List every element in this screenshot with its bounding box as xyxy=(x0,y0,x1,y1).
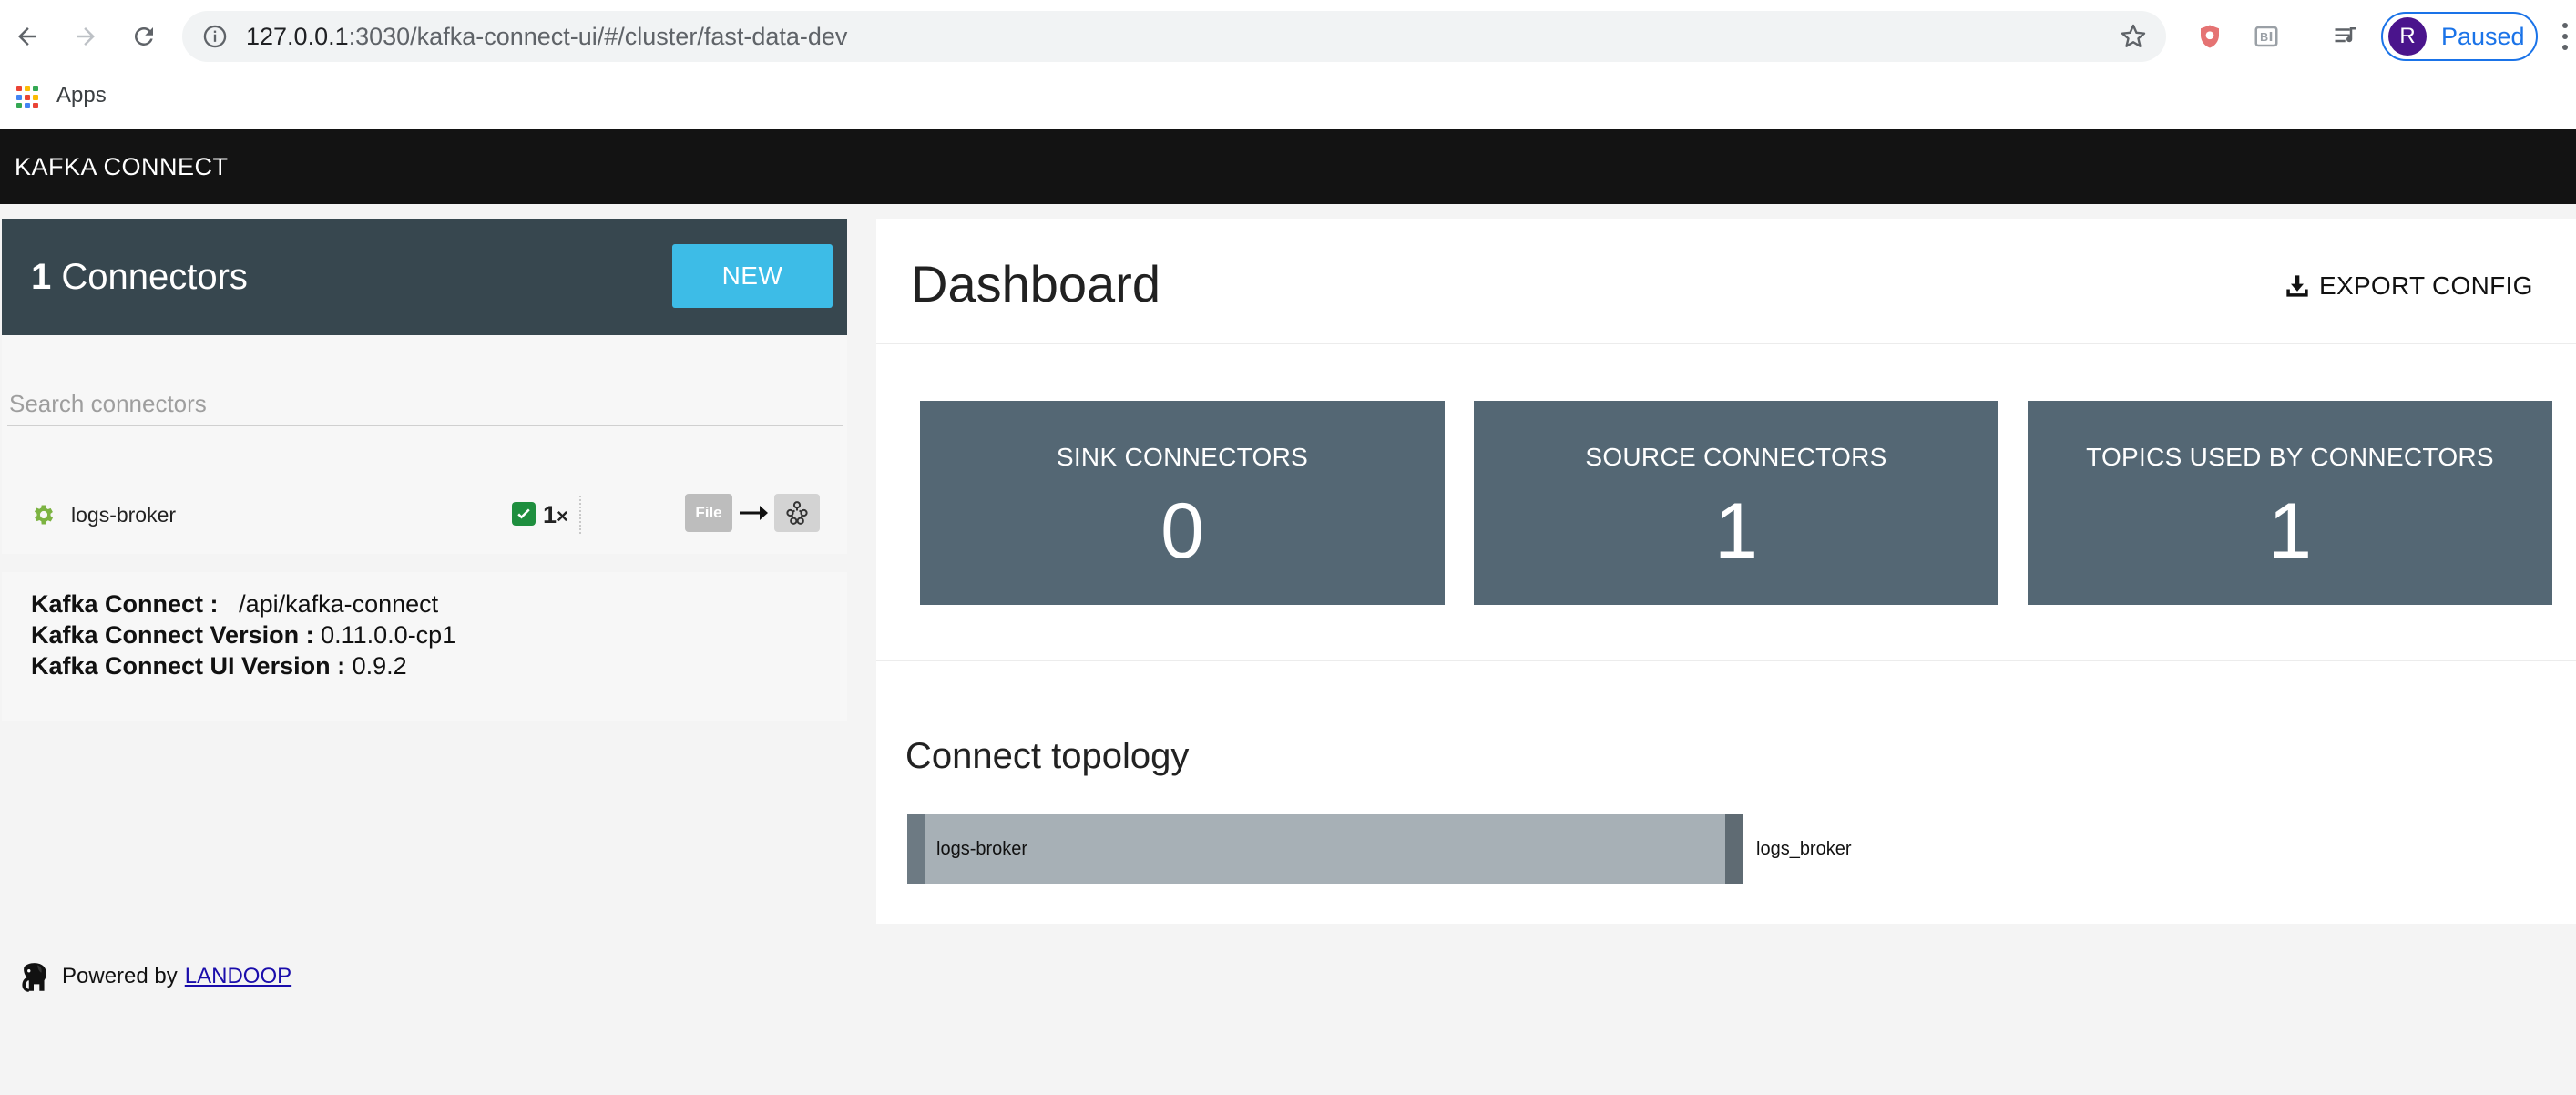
connect-endpoint-value: /api/kafka-connect xyxy=(239,590,439,618)
landoop-link[interactable]: LANDOOP xyxy=(185,964,291,989)
source-connectors-card[interactable]: SOURCE CONNECTORS 1 xyxy=(1474,401,1998,605)
connect-endpoint-label: Kafka Connect : xyxy=(31,590,219,618)
new-connector-button[interactable]: NEW xyxy=(672,244,833,308)
stat-label: TOPICS USED BY CONNECTORS xyxy=(2086,443,2494,471)
gear-icon xyxy=(34,505,54,525)
connector-name[interactable]: logs-broker xyxy=(71,483,176,547)
topics-used-card[interactable]: TOPICS USED BY CONNECTORS 1 xyxy=(2028,401,2552,605)
topology-node-edge xyxy=(907,814,925,884)
kafka-topic-icon xyxy=(774,494,820,532)
export-config-button[interactable]: EXPORT CONFIG xyxy=(2285,264,2533,308)
dashboard-divider xyxy=(876,343,2576,344)
topology-connector-label: logs-broker xyxy=(936,839,1028,859)
apps-bookmark[interactable]: Apps xyxy=(56,80,107,111)
topology-topic-label[interactable]: logs_broker xyxy=(1756,814,1852,884)
connect-version-value: 0.11.0.0-cp1 xyxy=(321,621,456,649)
connector-list-item[interactable]: logs-broker 1× File xyxy=(2,483,847,547)
address-bar[interactable]: 127.0.0.1:3030/kafka-connect-ui/#/cluste… xyxy=(182,11,2166,62)
right-arrow-icon xyxy=(740,506,768,520)
avatar: R xyxy=(2388,17,2427,56)
ui-version-label: Kafka Connect UI Version : xyxy=(31,652,346,680)
forward-arrow-icon xyxy=(77,27,95,46)
row-divider xyxy=(579,496,581,534)
url-text[interactable]: 127.0.0.1:3030/kafka-connect-ui/#/cluste… xyxy=(246,11,847,62)
topology-title: Connect topology xyxy=(905,736,1190,776)
stat-label: SINK CONNECTORS xyxy=(1056,443,1309,471)
connect-version-line: Kafka Connect Version : 0.11.0.0-cp1 xyxy=(31,619,847,650)
search-connectors-input[interactable] xyxy=(7,383,843,426)
dashboard-title: Dashboard xyxy=(911,255,1160,312)
powered-by-text: Powered by xyxy=(62,964,178,988)
ui-version-line: Kafka Connect UI Version : 0.9.2 xyxy=(31,650,847,681)
reader-extension-icon[interactable]: B xyxy=(2250,20,2283,53)
back-button[interactable] xyxy=(4,13,51,60)
task-count-value: 1 xyxy=(543,501,557,528)
svg-text:B: B xyxy=(2260,31,2268,44)
file-source-badge: File xyxy=(685,494,732,532)
stat-label: SOURCE CONNECTORS xyxy=(1585,443,1887,471)
connectors-title: Connectors xyxy=(61,257,248,297)
connect-endpoint-line: Kafka Connect : /api/kafka-connect xyxy=(31,588,847,619)
shield-extension-icon[interactable] xyxy=(2193,20,2226,53)
url-host: 127.0.0.1 xyxy=(246,23,349,50)
url-path: :3030/kafka-connect-ui/#/cluster/fast-da… xyxy=(348,23,848,50)
connectors-count: 1 xyxy=(31,257,52,297)
site-info-icon[interactable] xyxy=(202,24,228,49)
download-icon xyxy=(2286,275,2308,297)
connectors-count-title: 1 Connectors xyxy=(31,219,248,335)
app-brand[interactable]: KAFKA CONNECT xyxy=(15,129,229,204)
browser-menu-icon[interactable] xyxy=(2556,18,2574,55)
running-check-icon xyxy=(512,502,536,526)
profile-status: Paused xyxy=(2441,22,2525,50)
topology-connector-node[interactable]: logs-broker xyxy=(907,814,1743,884)
topology-node-edge xyxy=(1725,814,1743,884)
connect-version-label: Kafka Connect Version : xyxy=(31,621,314,649)
stat-value: 1 xyxy=(2268,487,2312,575)
connector-task-count: 1× xyxy=(543,483,568,548)
media-queue-icon[interactable] xyxy=(2330,20,2363,53)
stat-value: 1 xyxy=(1714,487,1758,575)
profile-button[interactable]: R Paused xyxy=(2381,12,2538,61)
bookmarks-bar xyxy=(0,73,2576,129)
forward-button[interactable] xyxy=(62,13,109,60)
reload-icon xyxy=(134,26,153,46)
back-arrow-icon xyxy=(18,27,36,46)
task-count-suffix: × xyxy=(557,505,568,527)
stat-value: 0 xyxy=(1160,487,1204,575)
elephant-logo-icon xyxy=(22,963,46,992)
sink-connectors-card[interactable]: SINK CONNECTORS 0 xyxy=(920,401,1445,605)
bookmark-star-icon[interactable] xyxy=(2119,22,2148,51)
powered-by-footer: Powered by LANDOOP xyxy=(15,958,291,995)
cluster-info-box: Kafka Connect : /api/kafka-connect Kafka… xyxy=(2,572,847,721)
topology-divider xyxy=(876,660,2576,661)
apps-grid-icon[interactable] xyxy=(16,86,40,109)
reload-button[interactable] xyxy=(120,13,168,60)
app-navbar: KAFKA CONNECT xyxy=(0,129,2576,204)
ui-version-value: 0.9.2 xyxy=(352,652,407,680)
export-config-label: EXPORT CONFIG xyxy=(2319,271,2533,300)
